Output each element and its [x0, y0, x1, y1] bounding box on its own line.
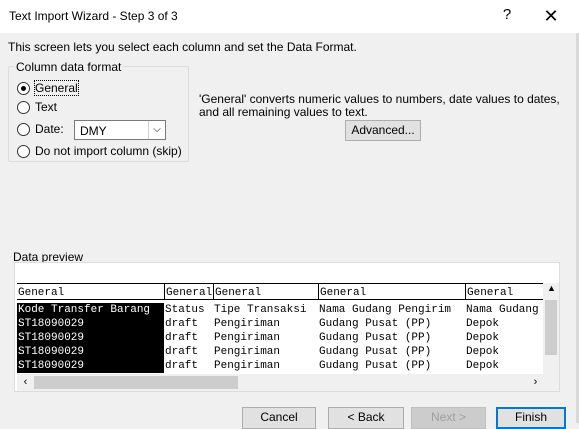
radio-general[interactable]: General	[17, 80, 79, 96]
title-bar: Text Import Wizard - Step 3 of 3 ? ✕	[0, 0, 579, 33]
scroll-up-icon[interactable]: ▲	[543, 283, 559, 297]
intro-text: This screen lets you select each column …	[8, 40, 357, 54]
horizontal-scrollbar[interactable]: ‹ ›	[17, 374, 544, 391]
vertical-scroll-thumb[interactable]	[545, 300, 557, 355]
table-row: Kode Transfer Barang Status Tipe Transak…	[17, 303, 544, 317]
table-cell: ST18090029	[17, 345, 164, 359]
column-format-header[interactable]: General	[164, 283, 213, 300]
preview-grid[interactable]: General General General General General …	[17, 283, 544, 374]
window-title: Text Import Wizard - Step 3 of 3	[9, 9, 178, 23]
table-cell: Kode Transfer Barang	[17, 303, 164, 317]
radio-skip[interactable]: Do not import column (skip)	[17, 144, 182, 158]
table-cell: Gudang Pusat (PP)	[319, 318, 432, 330]
radio-text-label[interactable]: Text	[35, 100, 57, 114]
table-cell: Pengiriman	[214, 360, 281, 372]
table-cell: Gudang Pusat (PP)	[319, 346, 432, 358]
table-cell: Gudang Pusat (PP)	[319, 332, 432, 344]
table-cell: Pengiriman	[214, 318, 281, 330]
table-cell: Tipe Transaksi	[214, 304, 307, 316]
back-button[interactable]: < Back	[328, 407, 404, 429]
table-cell: draft	[165, 332, 199, 344]
radio-general-dot[interactable]	[17, 81, 30, 95]
radio-text[interactable]: Text	[17, 100, 57, 114]
table-cell: Nama Gudang Pengirim	[319, 304, 452, 316]
scroll-right-icon[interactable]: ›	[527, 374, 544, 391]
format-header-row[interactable]: General General General General General	[17, 283, 544, 300]
table-cell: draft	[165, 318, 199, 330]
table-row: ST18090029 draft Pengiriman Gudang Pusat…	[17, 317, 544, 331]
close-button[interactable]: ✕	[536, 7, 566, 27]
radio-skip-label[interactable]: Do not import column (skip)	[35, 144, 182, 158]
column-format-header[interactable]: General	[465, 283, 544, 300]
table-cell: Depok	[466, 346, 500, 358]
column-data-format-group: Column data format General Text Date: DM…	[8, 60, 189, 162]
table-cell: Status	[165, 304, 205, 316]
table-cell: Gudang Pusat (PP)	[319, 360, 432, 372]
table-cell: draft	[165, 346, 199, 358]
group-legend: Column data format	[14, 60, 124, 74]
scroll-left-icon[interactable]: ‹	[17, 374, 34, 391]
scroll-corner	[543, 374, 559, 391]
column-format-header[interactable]: General	[213, 283, 318, 300]
advanced-button[interactable]: Advanced...	[345, 120, 421, 141]
vertical-scrollbar[interactable]: ▲	[543, 283, 559, 374]
table-cell: ST18090029	[17, 317, 164, 331]
chevron-down-icon[interactable]: ⌵	[148, 121, 165, 139]
table-cell: Depok	[466, 360, 500, 372]
radio-text-dot[interactable]	[17, 100, 30, 114]
table-cell: Pengiriman	[214, 346, 281, 358]
table-cell: ST18090029	[17, 331, 164, 345]
radio-date-label[interactable]: Date:	[35, 122, 64, 136]
horizontal-scroll-thumb[interactable]	[34, 376, 238, 389]
date-format-value: DMY	[80, 124, 107, 138]
column-format-header[interactable]: General	[318, 283, 465, 300]
table-cell: draft	[165, 360, 199, 372]
table-row: ST18090029 draft Pengiriman Gudang Pusat…	[17, 345, 544, 359]
table-cell: Depok	[466, 332, 500, 344]
table-cell: Depok	[466, 318, 500, 330]
column-format-header[interactable]: General	[17, 283, 164, 300]
table-row: ST18090029 draft Pengiriman Gudang Pusat…	[17, 331, 544, 345]
format-description: 'General' converts numeric values to num…	[199, 92, 560, 119]
date-format-select[interactable]: DMY ⌵	[74, 120, 166, 140]
cancel-button[interactable]: Cancel	[242, 407, 316, 429]
finish-button[interactable]: Finish	[496, 407, 566, 429]
radio-skip-dot[interactable]	[17, 144, 30, 158]
data-preview: General General General General General …	[14, 262, 560, 392]
radio-date-dot[interactable]	[17, 122, 30, 136]
table-cell: Pengiriman	[214, 332, 281, 344]
table-cell: Nama Gudang	[466, 304, 539, 316]
next-button[interactable]: Next >	[411, 407, 486, 429]
table-row: ST18090029 draft Pengiriman Gudang Pusat…	[17, 359, 544, 373]
help-button[interactable]: ?	[499, 6, 515, 26]
table-cell: ST18090029	[17, 359, 164, 373]
radio-general-label[interactable]: General	[34, 80, 79, 96]
radio-date[interactable]: Date:	[17, 122, 64, 136]
